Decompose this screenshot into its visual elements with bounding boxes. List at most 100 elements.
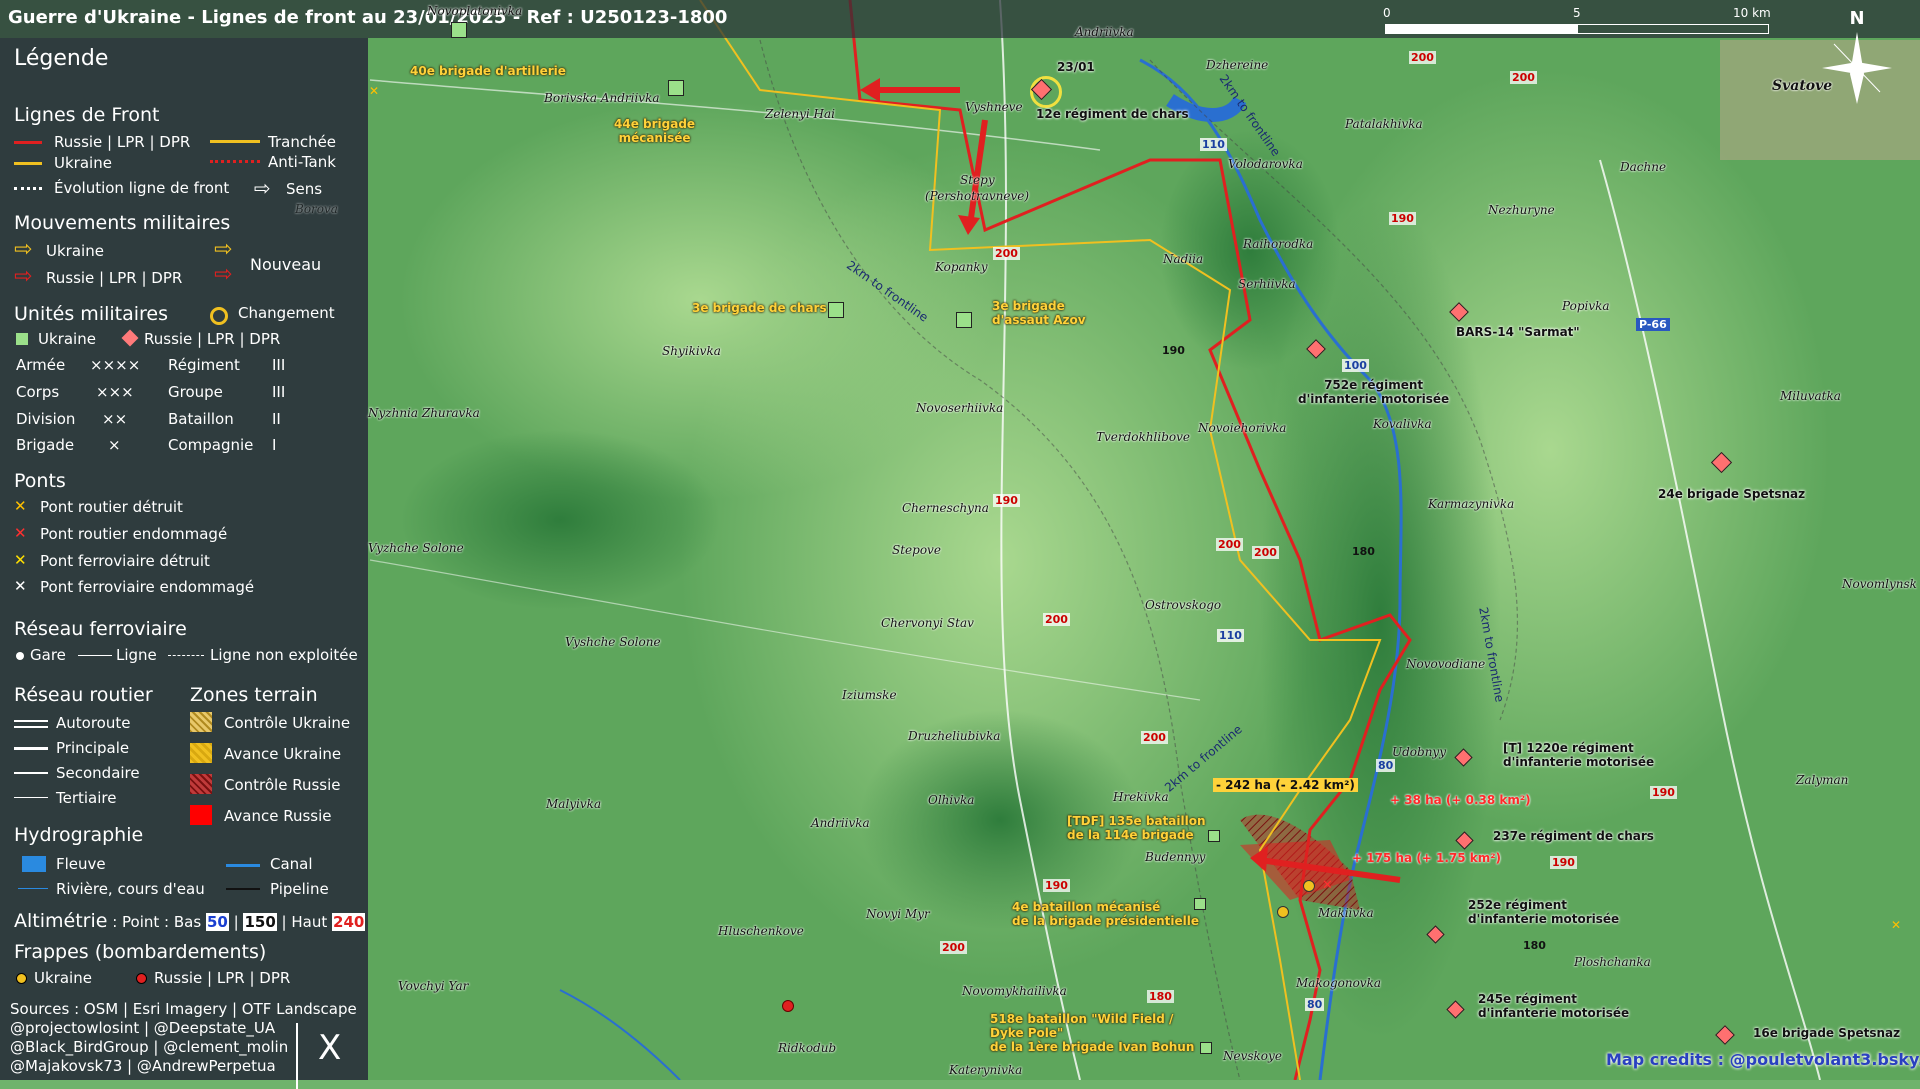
roads-heading: Réseau routier	[14, 684, 153, 706]
ukraine-unit-label: 44e brigade mécanisée	[614, 117, 696, 145]
legend-bridge: Pont ferroviaire endommagé	[40, 578, 255, 596]
divider	[296, 1023, 298, 1089]
altimetry-text: : Point : Bas	[112, 913, 202, 931]
town-label: Andriivka	[1075, 25, 1134, 39]
hydro-heading: Hydrographie	[14, 824, 144, 846]
altimetry-heading: Altimétrie	[14, 910, 108, 932]
unit-change-date: 23/01	[1057, 60, 1095, 74]
altimetry-high: 240	[332, 913, 366, 931]
town-label: Katerynivka	[949, 1063, 1023, 1077]
russia-area-gain: + 38 ha (+ 0.38 km²)	[1390, 793, 1531, 807]
sources-line: Sources : OSM | Esri Imagery | OTF Lands…	[10, 1000, 357, 1018]
echelon-symbol: III	[272, 383, 286, 401]
ukraine-unit-marker[interactable]	[451, 22, 467, 38]
bridge-damaged-icon[interactable]: ✕	[1322, 878, 1333, 893]
legend-change: Changement	[238, 304, 335, 322]
bridge-destroyed-icon[interactable]: ✕	[1891, 918, 1901, 932]
ukraine-unit-marker[interactable]	[956, 312, 972, 328]
ukraine-strike-marker[interactable]	[1277, 906, 1289, 918]
ukraine-unit-label: 3e brigade de chars	[692, 301, 827, 315]
town-label: Malyivka	[546, 797, 602, 811]
bridge-damaged-icon: ✕	[14, 524, 27, 542]
town-label: Cherneschyna	[902, 501, 989, 515]
ukraine-unit-marker[interactable]	[1208, 830, 1220, 842]
map-title: Guerre d'Ukraine - Lignes de front au 23…	[8, 7, 728, 28]
legend-zone: Contrôle Russie	[224, 776, 341, 794]
road-number: 110	[1200, 138, 1227, 151]
ukraine-unit-label: 518e bataillon "Wild Field / Dyke Pole" …	[990, 1012, 1195, 1054]
altitude-point: 180	[1352, 545, 1375, 558]
legend-road: Secondaire	[56, 764, 140, 782]
strikes-heading: Frappes (bombardements)	[14, 941, 267, 963]
town-label: Dzhereine	[1206, 58, 1269, 72]
town-label: Ridkodub	[778, 1041, 837, 1055]
river-swatch	[22, 856, 46, 872]
town-label: Nyzhnia Zhuravka	[368, 406, 480, 420]
road-number: 80	[1376, 759, 1396, 772]
russia-unit-label: 752e régiment d'infanterie motorisée	[1298, 378, 1450, 406]
legend-bridge: Pont routier endommagé	[40, 525, 228, 543]
zone-ukraine-advance-swatch	[190, 743, 212, 763]
town-label: Ostrovskogo	[1145, 598, 1222, 612]
altitude-point: 180	[1523, 939, 1546, 952]
scale-label: 0	[1383, 6, 1391, 20]
town-label: Novoiehorivka	[1198, 421, 1287, 435]
legend-front-evolution: Évolution ligne de front	[54, 179, 230, 197]
altitude-point: 200	[1141, 731, 1168, 744]
town-label: Patalakhivka	[1345, 117, 1423, 131]
town-label: Novomlynsk	[1842, 577, 1917, 591]
russia-move-arrow-icon: ⇨	[14, 264, 33, 289]
ukraine-unit-marker[interactable]	[1200, 1042, 1212, 1054]
altitude-point: 200	[1510, 71, 1537, 84]
echelon-symbol: III	[272, 356, 286, 374]
front-heading: Lignes de Front	[14, 104, 160, 126]
ukraine-unit-label: [TDF] 135e bataillon de la 114e brigade	[1067, 814, 1206, 842]
town-label: (Pershotravneve)	[925, 189, 1030, 203]
altimetry-row: Altimétrie : Point : Bas 50 | 150 | Haut…	[14, 910, 366, 932]
russia-unit-label: 252e régiment d'infanterie motorisée	[1468, 898, 1620, 926]
town-label: Udobnyy	[1392, 745, 1446, 759]
town-label: Shyikivka	[662, 344, 721, 358]
town-label: Vyshche Solone	[565, 635, 661, 649]
town-label: Dachne	[1620, 160, 1667, 174]
town-label: Karmazynivka	[1428, 497, 1515, 511]
canal-swatch	[226, 864, 260, 867]
russia-unit-label: 24e brigade Spetsnaz	[1658, 487, 1806, 501]
legend-road: Autoroute	[56, 714, 131, 732]
legend-antitank: Anti-Tank	[268, 153, 336, 171]
bridges-heading: Ponts	[14, 470, 66, 492]
altitude-point: 190	[1389, 212, 1416, 225]
town-label: Stepove	[892, 543, 941, 557]
town-label: Zelenyi Hai	[765, 107, 835, 121]
altitude-point: 180	[1147, 990, 1174, 1003]
legend-stream: Rivière, cours d'eau	[56, 880, 205, 898]
russia-unit-label: BARS-14 "Sarmat"	[1456, 325, 1580, 339]
x-logo-icon[interactable]: X	[318, 1028, 341, 1068]
town-label: Raihorodka	[1243, 237, 1314, 251]
evolution-swatch	[14, 187, 42, 190]
legend-bridge: Pont ferroviaire détruit	[40, 552, 210, 570]
russia-unit-label: 237e régiment de chars	[1493, 829, 1654, 843]
town-label: Makiivka	[1318, 906, 1374, 920]
ukraine-unit-marker[interactable]	[668, 80, 684, 96]
russia-unit-label: 245e régiment d'infanterie motorisée	[1478, 992, 1630, 1020]
town-label: Novovodiane	[1406, 657, 1486, 671]
sources-line: @projectowlosint | @Deepstate_UA	[10, 1019, 276, 1037]
town-label: Borova	[295, 202, 338, 216]
scale-label: 5	[1573, 6, 1581, 20]
new-ukraine-arrow-icon: ⇨	[214, 237, 233, 262]
ukraine-unit-marker[interactable]	[828, 302, 844, 318]
bridge-destroyed-icon: ✕	[14, 497, 27, 515]
road-number: 100	[1342, 359, 1369, 372]
town-label: Druzheliubivka	[908, 729, 1001, 743]
altitude-point: 190	[1043, 879, 1070, 892]
title-bar: Guerre d'Ukraine - Lignes de front au 23…	[0, 0, 1920, 38]
legend-move-russia: Russie | LPR | DPR	[46, 269, 183, 287]
ukraine-strike-marker[interactable]	[1303, 880, 1315, 892]
bridge-destroyed-icon[interactable]: ✕	[369, 84, 379, 98]
legend-direction: Sens	[286, 180, 323, 198]
echelon-name: Armée	[16, 356, 66, 374]
russia-strike-marker[interactable]	[782, 1000, 794, 1012]
legend-new: Nouveau	[250, 255, 322, 274]
north-label: N	[1849, 8, 1864, 29]
